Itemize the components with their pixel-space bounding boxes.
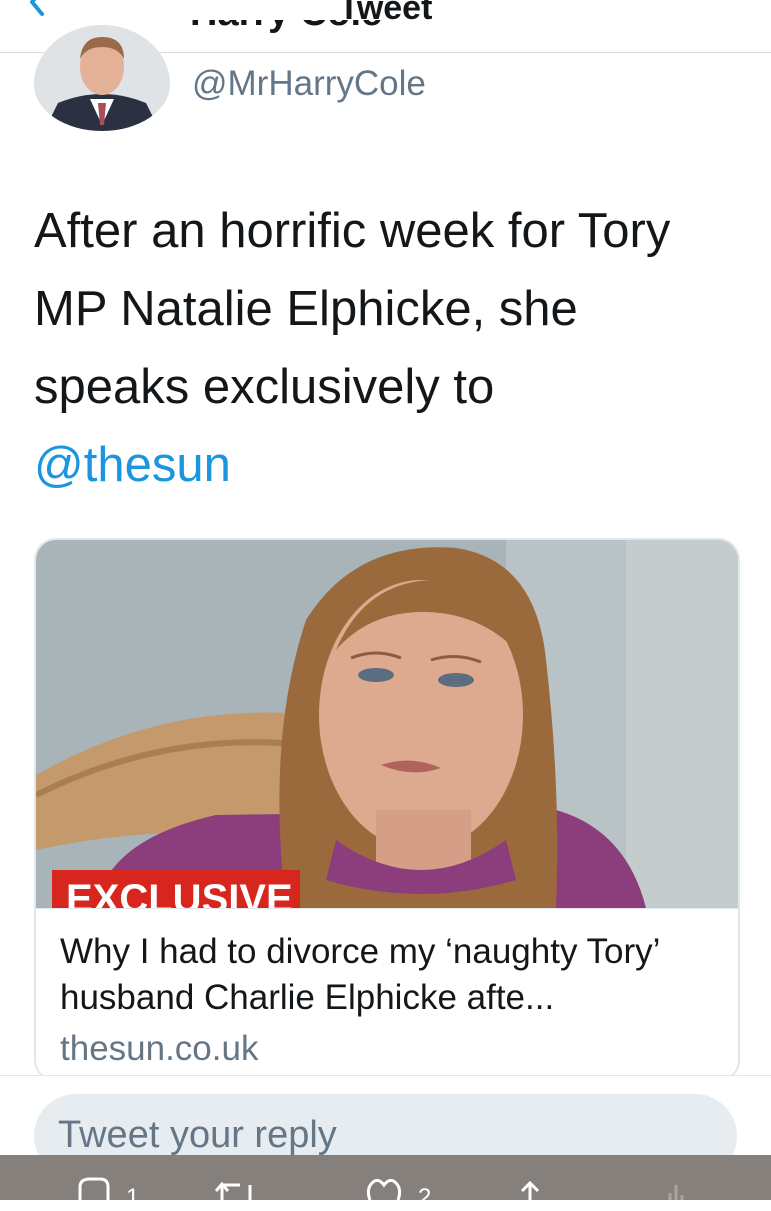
- tweet-action-bar: 1 2: [0, 1155, 771, 1210]
- card-title: Why I had to divorce my ‘naughty Tory’ h…: [60, 932, 660, 1017]
- reply-action[interactable]: 1: [76, 1173, 139, 1210]
- share-icon: [520, 1180, 540, 1200]
- heart-icon: [366, 1178, 402, 1200]
- display-name-container: Harry Cole: [190, 20, 450, 54]
- like-count: 2: [418, 1184, 432, 1211]
- tweet-text: After an horrific week for Tory MP Natal…: [34, 192, 734, 504]
- reply-icon: [78, 1177, 110, 1200]
- exclusive-badge: EXCLUSIVE: [66, 877, 293, 908]
- display-name[interactable]: Harry Cole: [190, 20, 382, 35]
- retweet-icon: [214, 1181, 252, 1200]
- analytics-action[interactable]: [664, 1173, 688, 1200]
- tweet-body: After an horrific week for Tory MP Natal…: [34, 204, 671, 414]
- like-action[interactable]: 2: [364, 1173, 431, 1210]
- share-action[interactable]: [514, 1173, 546, 1200]
- card-text-area: Why I had to divorce my ‘naughty Tory’ h…: [36, 908, 738, 1080]
- user-handle[interactable]: @MrHarryCole: [192, 64, 426, 104]
- card-domain: thesun.co.uk: [60, 1029, 259, 1068]
- reply-placeholder: Tweet your reply: [58, 1114, 337, 1156]
- reply-count: 1: [126, 1184, 140, 1211]
- retweet-action[interactable]: [214, 1173, 258, 1200]
- link-card[interactable]: EXCLUSIVE Why I had to divorce my ‘naugh…: [34, 538, 740, 1082]
- mention-link[interactable]: @thesun: [34, 438, 231, 492]
- analytics-icon: [668, 1185, 684, 1200]
- card-image: EXCLUSIVE: [36, 540, 738, 908]
